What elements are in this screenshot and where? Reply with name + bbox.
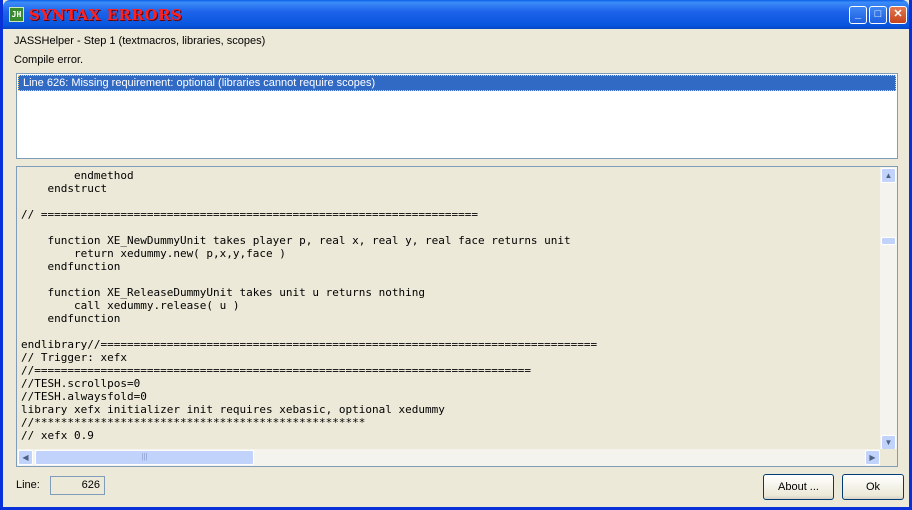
title-bar[interactable]: JH SYNTAX ERRORS _ □ ✕ [3, 0, 909, 29]
window-title: SYNTAX ERRORS [29, 6, 183, 24]
horizontal-scroll-thumb[interactable]: ||| [35, 450, 254, 465]
code-line: endmethod [21, 169, 134, 182]
code-line: function XE_ReleaseDummyUnit takes unit … [21, 286, 425, 299]
error-list[interactable]: Line 626: Missing requirement: optional … [16, 73, 898, 159]
code-line: endfunction [21, 260, 121, 273]
horizontal-scrollbar[interactable]: ◀ ||| ▶ [17, 449, 881, 466]
vertical-scroll-thumb[interactable] [881, 237, 896, 245]
code-text: endmethod endstruct // =================… [21, 169, 881, 451]
code-line: library xefx initializer init requires x… [21, 403, 445, 416]
jasshelper-app-icon: JH [9, 7, 24, 22]
maximize-button[interactable]: □ [869, 6, 887, 24]
scrollbar-corner [880, 449, 897, 466]
error-list-item[interactable]: Line 626: Missing requirement: optional … [18, 75, 896, 91]
code-line: endfunction [21, 312, 121, 325]
code-line: endlibrary//============================… [21, 338, 598, 351]
ok-button[interactable]: Ok [842, 474, 904, 500]
about-button[interactable]: About ... [763, 474, 834, 500]
line-number-field[interactable]: 626 [50, 476, 105, 495]
line-label: Line: [16, 479, 40, 491]
code-line: call xedummy.release( u ) [21, 299, 240, 312]
scroll-down-icon[interactable]: ▼ [881, 435, 896, 450]
code-line: return xedummy.new( p,x,y,face ) [21, 247, 286, 260]
code-line: // =====================================… [21, 208, 478, 221]
code-line: endstruct [21, 182, 108, 195]
code-line: //======================================… [21, 364, 531, 377]
step-label: JASSHelper - Step 1 (textmacros, librari… [14, 35, 266, 47]
status-label: Compile error. [14, 54, 84, 66]
vertical-scrollbar[interactable]: ▲ ▼ [880, 167, 897, 451]
syntax-errors-window: JH SYNTAX ERRORS _ □ ✕ JASSHelper - Step… [0, 0, 912, 510]
code-line: // Trigger: xefx [21, 351, 127, 364]
scroll-left-icon[interactable]: ◀ [18, 450, 33, 465]
code-line: function XE_NewDummyUnit takes player p,… [21, 234, 571, 247]
code-line: //**************************************… [21, 416, 366, 429]
scroll-right-icon[interactable]: ▶ [865, 450, 880, 465]
scroll-up-icon[interactable]: ▲ [881, 168, 896, 183]
code-line: //TESH.alwaysfold=0 [21, 390, 147, 403]
close-button[interactable]: ✕ [889, 6, 907, 24]
code-line: //TESH.scrollpos=0 [21, 377, 141, 390]
code-viewer[interactable]: endmethod endstruct // =================… [16, 166, 898, 467]
code-line: // xefx 0.9 [21, 429, 94, 442]
minimize-button[interactable]: _ [849, 6, 867, 24]
